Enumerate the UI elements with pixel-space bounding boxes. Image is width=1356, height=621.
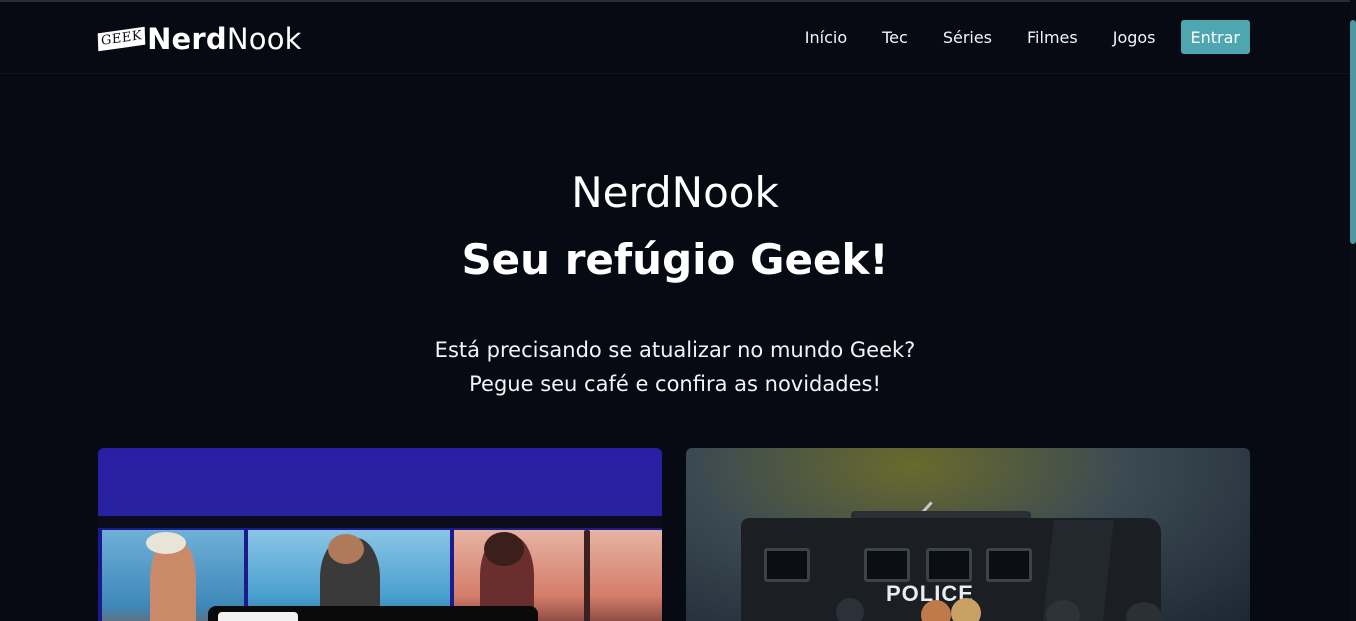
card-image-logo-mark (218, 612, 298, 621)
nav-link-filmes[interactable]: Filmes (1027, 28, 1078, 47)
hero-title: NerdNook (571, 168, 779, 217)
card-image-window (926, 548, 972, 582)
logo-badge: GEEK (97, 26, 146, 52)
card-image-figure (836, 598, 864, 621)
card-image-window (864, 548, 910, 582)
card-image-band (98, 516, 662, 528)
hero-description-line-1: Está precisando se atualizar no mundo Ge… (434, 338, 916, 362)
nav-link-tec[interactable]: Tec (882, 28, 908, 47)
nav-links: Início Tec Séries Filmes Jogos Entrar (805, 20, 1250, 54)
page-scrollbar[interactable] (1350, 0, 1356, 621)
card-image-figure (951, 598, 981, 621)
login-button[interactable]: Entrar (1180, 20, 1250, 54)
scrollbar-thumb[interactable] (1350, 20, 1356, 244)
card-image-window (764, 548, 810, 582)
brand-logo[interactable]: GEEK NerdNook (97, 22, 302, 56)
card-image-window (986, 548, 1032, 582)
news-card-police[interactable]: POLICE (686, 448, 1250, 621)
news-card-gta[interactable] (98, 448, 662, 621)
hero-description-line-2: Pegue seu café e confira as novidades! (469, 372, 881, 396)
logo-text-bold: Nerd (147, 22, 227, 56)
nav-link-inicio[interactable]: Início (805, 28, 847, 47)
nav-link-jogos[interactable]: Jogos (1113, 28, 1156, 47)
logo-text-light: Nook (226, 22, 302, 56)
nav-link-series[interactable]: Séries (943, 28, 992, 47)
hero-subtitle: Seu refúgio Geek! (461, 235, 889, 284)
navbar: GEEK NerdNook Início Tec Séries Filmes J… (0, 2, 1350, 74)
hero-description: Está precisando se atualizar no mundo Ge… (0, 333, 1350, 401)
logo-text: NerdNook (147, 22, 302, 56)
card-image-background (98, 448, 662, 516)
